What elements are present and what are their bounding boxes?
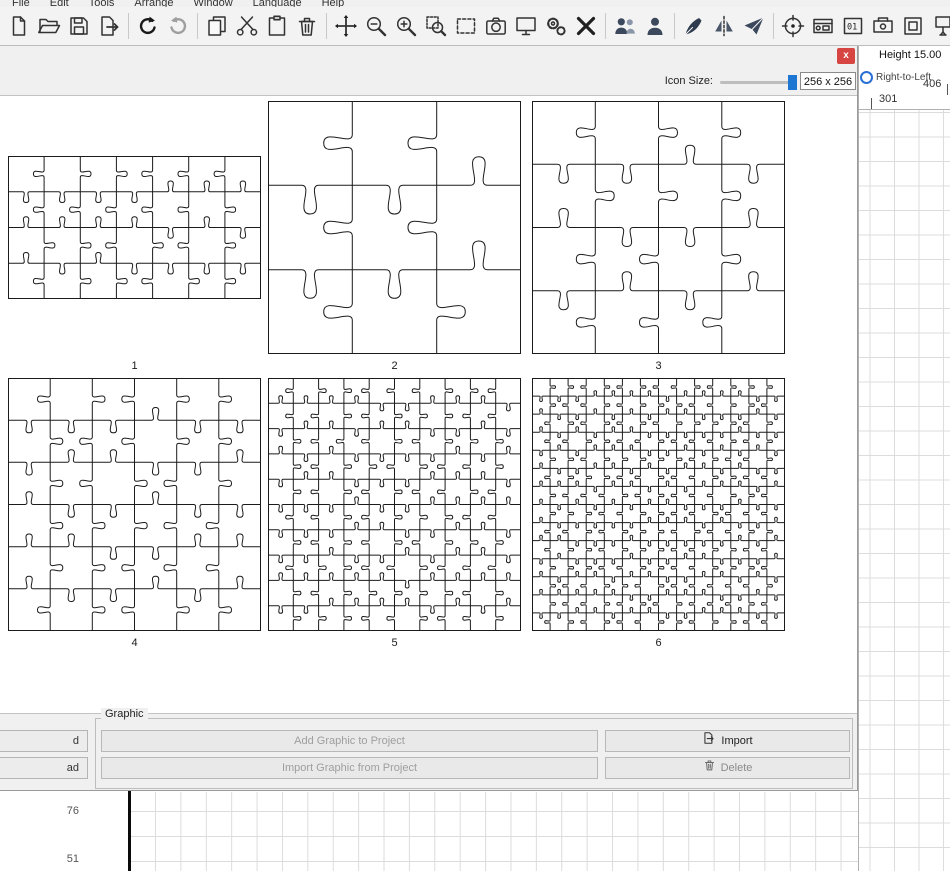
zoom-out-icon[interactable] <box>361 11 391 41</box>
target-icon[interactable] <box>778 11 808 41</box>
save-icon[interactable] <box>64 11 94 41</box>
toolbar-separator <box>128 13 129 39</box>
canvas-grid <box>131 792 858 871</box>
ruler-tick <box>947 84 948 95</box>
user-icon[interactable] <box>640 11 670 41</box>
gallery-item-5[interactable]: 5 <box>268 378 521 649</box>
puzzle-thumbnail <box>268 378 521 631</box>
delete-label: Delete <box>721 758 753 778</box>
pen-icon[interactable] <box>679 11 709 41</box>
move-icon[interactable] <box>331 11 361 41</box>
settings-icon[interactable] <box>541 11 571 41</box>
trash-icon[interactable] <box>292 11 322 41</box>
ruler-number: 406 <box>923 78 941 90</box>
users-icon[interactable] <box>610 11 640 41</box>
ruler-tick <box>871 98 872 109</box>
delete-button[interactable]: Delete <box>605 757 850 779</box>
import-icon <box>702 731 716 752</box>
icon-size-label: Icon Size: <box>665 75 713 87</box>
menu-item-window[interactable]: Window <box>184 0 243 7</box>
gallery-item-2[interactable]: 2 <box>268 101 521 372</box>
menu-item-help[interactable]: Help <box>312 0 355 7</box>
import-button[interactable]: Import <box>605 730 850 752</box>
cut-icon[interactable] <box>232 11 262 41</box>
redo-icon[interactable] <box>163 11 193 41</box>
gallery-item-4[interactable]: 4 <box>8 378 261 649</box>
icon-size-slider[interactable] <box>720 81 796 84</box>
canvas-right-strip: Height 15.00 Right-to-Left 301 406 <box>858 46 950 871</box>
gallery-item-label: 6 <box>532 637 785 649</box>
toolbar-separator <box>326 13 327 39</box>
laser-icon[interactable] <box>928 11 950 41</box>
puzzle-thumbnail <box>532 378 785 631</box>
puzzle-thumbnail <box>8 101 261 354</box>
radio-icon[interactable] <box>860 71 873 84</box>
monitor-icon[interactable] <box>511 11 541 41</box>
svg-text:01: 01 <box>847 23 857 33</box>
copy-icon[interactable] <box>202 11 232 41</box>
puzzle-thumbnail <box>532 101 785 354</box>
open-folder-icon[interactable] <box>34 11 64 41</box>
close-button[interactable]: x <box>837 48 855 64</box>
wrench-icon[interactable] <box>571 11 601 41</box>
puzzle-thumbnail <box>268 101 521 354</box>
delete-icon <box>703 758 716 779</box>
undo-icon[interactable] <box>133 11 163 41</box>
mirror-icon[interactable] <box>709 11 739 41</box>
add-graphic-button[interactable]: Add Graphic to Project <box>101 730 598 752</box>
toolbar-separator <box>605 13 606 39</box>
menu-item-arrange[interactable]: Arrange <box>124 0 183 7</box>
partial-button-1[interactable]: d <box>0 730 88 752</box>
ruler-number: 76 <box>57 805 79 817</box>
gallery-item-6[interactable]: 6 <box>532 378 785 649</box>
device-icon[interactable] <box>898 11 928 41</box>
template-gallery: 123 456 <box>0 95 857 714</box>
partial-button-2[interactable]: ad <box>0 757 88 779</box>
paste-icon[interactable] <box>262 11 292 41</box>
add-graphic-label: Add Graphic to Project <box>294 731 405 751</box>
gallery-item-label: 4 <box>8 637 261 649</box>
toolbar-separator <box>674 13 675 39</box>
toolbar-separator <box>773 13 774 39</box>
ruler-number: 301 <box>879 93 897 105</box>
slider-handle[interactable] <box>788 75 797 90</box>
menu-item-tools[interactable]: Tools <box>79 0 125 7</box>
height-value: Height 15.00 <box>879 49 941 61</box>
export-icon[interactable] <box>94 11 124 41</box>
zoom-selection-icon[interactable] <box>421 11 451 41</box>
import-graphic-from-project-button[interactable]: Import Graphic from Project <box>101 757 598 779</box>
canvas-edge-line <box>128 791 131 871</box>
puzzle-thumbnail <box>8 378 261 631</box>
camera-icon[interactable] <box>481 11 511 41</box>
import-label: Import <box>721 731 752 751</box>
menu-item-edit[interactable]: Edit <box>40 0 79 7</box>
selection-icon[interactable] <box>451 11 481 41</box>
menubar: FileEditToolsArrangeWindowLanguageHelp <box>0 0 950 7</box>
gallery-item-label: 5 <box>268 637 521 649</box>
plotter-icon[interactable] <box>808 11 838 41</box>
ruler-number: 51 <box>57 853 79 865</box>
new-file-icon[interactable] <box>4 11 34 41</box>
import-graphic-from-project-label: Import Graphic from Project <box>282 758 417 778</box>
machine-icon[interactable] <box>868 11 898 41</box>
gallery-item-label: 3 <box>532 360 785 372</box>
gallery-item-label: 2 <box>268 360 521 372</box>
gallery-item-3[interactable]: 3 <box>532 101 785 372</box>
zoom-in-icon[interactable] <box>391 11 421 41</box>
right-to-left-option[interactable]: Right-to-Left <box>860 71 931 84</box>
controller-icon[interactable]: 01 <box>838 11 868 41</box>
canvas-grid <box>859 110 950 871</box>
toolbar-separator <box>197 13 198 39</box>
graphic-library-dialog: x Icon Size: 256 x 256 123456 Graphic d … <box>0 46 858 791</box>
graphic-group-title: Graphic <box>101 708 148 720</box>
send-icon[interactable] <box>739 11 769 41</box>
toolbar: 01 <box>0 7 950 46</box>
gallery-item-1[interactable]: 1 <box>8 101 261 372</box>
icon-size-value: 256 x 256 <box>800 72 856 90</box>
menu-item-language[interactable]: Language <box>243 0 312 7</box>
menu-item-file[interactable]: File <box>2 0 40 7</box>
gallery-item-label: 1 <box>8 360 261 372</box>
